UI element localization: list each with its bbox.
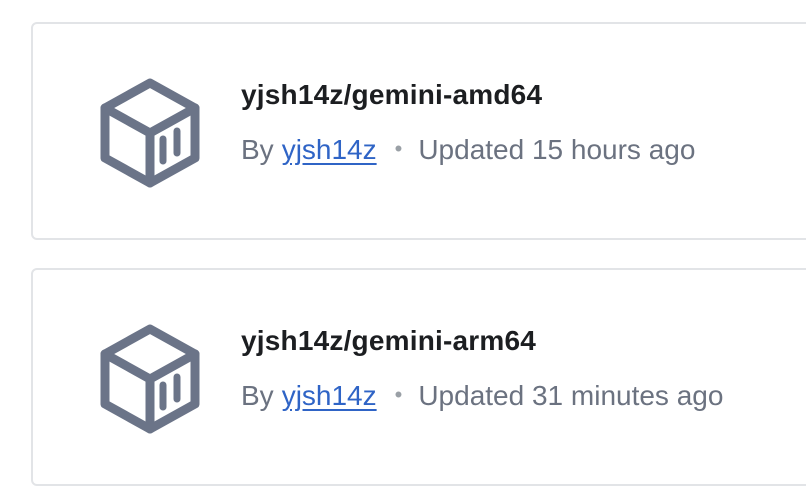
- repository-name[interactable]: yjsh14z/gemini-arm64: [241, 325, 536, 357]
- updated-timestamp: Updated 31 minutes ago: [418, 380, 724, 411]
- repository-meta: By yjsh14z • Updated 15 hours ago: [241, 134, 695, 166]
- updated-timestamp: Updated 15 hours ago: [418, 134, 696, 165]
- by-label: By: [241, 380, 274, 411]
- repository-card[interactable]: yjsh14z/gemini-arm64 By yjsh14z • Update…: [31, 268, 806, 486]
- author-link[interactable]: yjsh14z: [282, 380, 377, 412]
- separator-dot: •: [394, 136, 403, 161]
- repository-card[interactable]: yjsh14z/gemini-amd64 By yjsh14z • Update…: [31, 22, 806, 240]
- cube-icon: [97, 323, 203, 435]
- by-label: By: [241, 134, 274, 165]
- author-link[interactable]: yjsh14z: [282, 134, 377, 166]
- repository-meta: By yjsh14z • Updated 31 minutes ago: [241, 380, 723, 412]
- repository-list: yjsh14z/gemini-amd64 By yjsh14z • Update…: [0, 0, 806, 496]
- cube-icon: [97, 77, 203, 189]
- separator-dot: •: [394, 382, 403, 407]
- repository-name[interactable]: yjsh14z/gemini-amd64: [241, 79, 542, 111]
